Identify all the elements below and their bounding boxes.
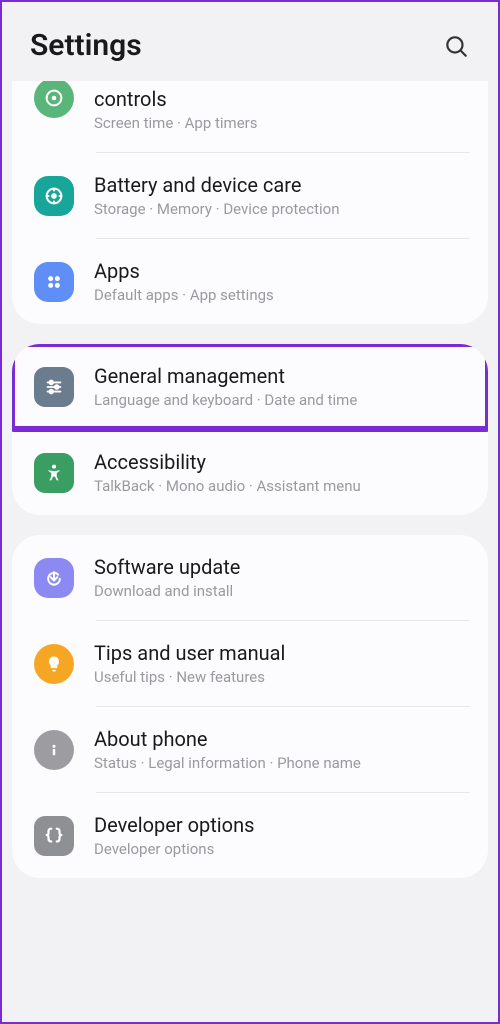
- item-title: Apps: [94, 259, 470, 284]
- settings-item-battery[interactable]: Battery and device care Storage · Memory…: [12, 153, 488, 238]
- item-subtitle: Useful tips · New features: [94, 668, 470, 686]
- item-title: About phone: [94, 727, 470, 752]
- search-icon: [443, 33, 469, 59]
- item-title: controls: [94, 87, 470, 112]
- item-title: Software update: [94, 555, 470, 580]
- settings-item-about-phone[interactable]: About phone Status · Legal information ·…: [12, 707, 488, 792]
- item-title: Developer options: [94, 813, 470, 838]
- settings-item-software-update[interactable]: Software update Download and install: [12, 535, 488, 620]
- item-subtitle: Storage · Memory · Device protection: [94, 200, 470, 218]
- item-title: Battery and device care: [94, 173, 470, 198]
- item-subtitle: Screen time · App timers: [94, 114, 470, 132]
- item-subtitle: Status · Legal information · Phone name: [94, 754, 470, 772]
- settings-item-accessibility[interactable]: Accessibility TalkBack · Mono audio · As…: [12, 430, 488, 515]
- sliders-icon: [34, 367, 74, 407]
- accessibility-icon: [34, 453, 74, 493]
- item-title: Accessibility: [94, 450, 470, 475]
- item-subtitle: Default apps · App settings: [94, 286, 470, 304]
- info-icon: [34, 730, 74, 770]
- apps-icon: [34, 262, 74, 302]
- settings-item-controls[interactable]: controls Screen time · App timers: [12, 81, 488, 152]
- wellbeing-icon: [34, 81, 74, 118]
- settings-group-1: controls Screen time · App timers Batter…: [12, 81, 488, 324]
- settings-item-apps[interactable]: Apps Default apps · App settings: [12, 239, 488, 324]
- settings-item-tips[interactable]: Tips and user manual Useful tips · New f…: [12, 621, 488, 706]
- braces-icon: [34, 816, 74, 856]
- settings-group-3: Software update Download and install Tip…: [12, 535, 488, 878]
- item-subtitle: Language and keyboard · Date and time: [94, 391, 470, 409]
- item-subtitle: Developer options: [94, 840, 470, 858]
- item-subtitle: TalkBack · Mono audio · Assistant menu: [94, 477, 470, 495]
- update-icon: [34, 558, 74, 598]
- page-title: Settings: [30, 28, 142, 63]
- lightbulb-icon: [34, 644, 74, 684]
- settings-item-developer-options[interactable]: Developer options Developer options: [12, 793, 488, 878]
- settings-group-2: General management Language and keyboard…: [12, 344, 488, 515]
- search-button[interactable]: [442, 32, 470, 60]
- app-header: Settings: [2, 2, 498, 81]
- settings-item-general-management[interactable]: General management Language and keyboard…: [12, 344, 488, 429]
- battery-care-icon: [34, 176, 74, 216]
- item-subtitle: Download and install: [94, 582, 470, 600]
- item-title: Tips and user manual: [94, 641, 470, 666]
- item-title: General management: [94, 364, 470, 389]
